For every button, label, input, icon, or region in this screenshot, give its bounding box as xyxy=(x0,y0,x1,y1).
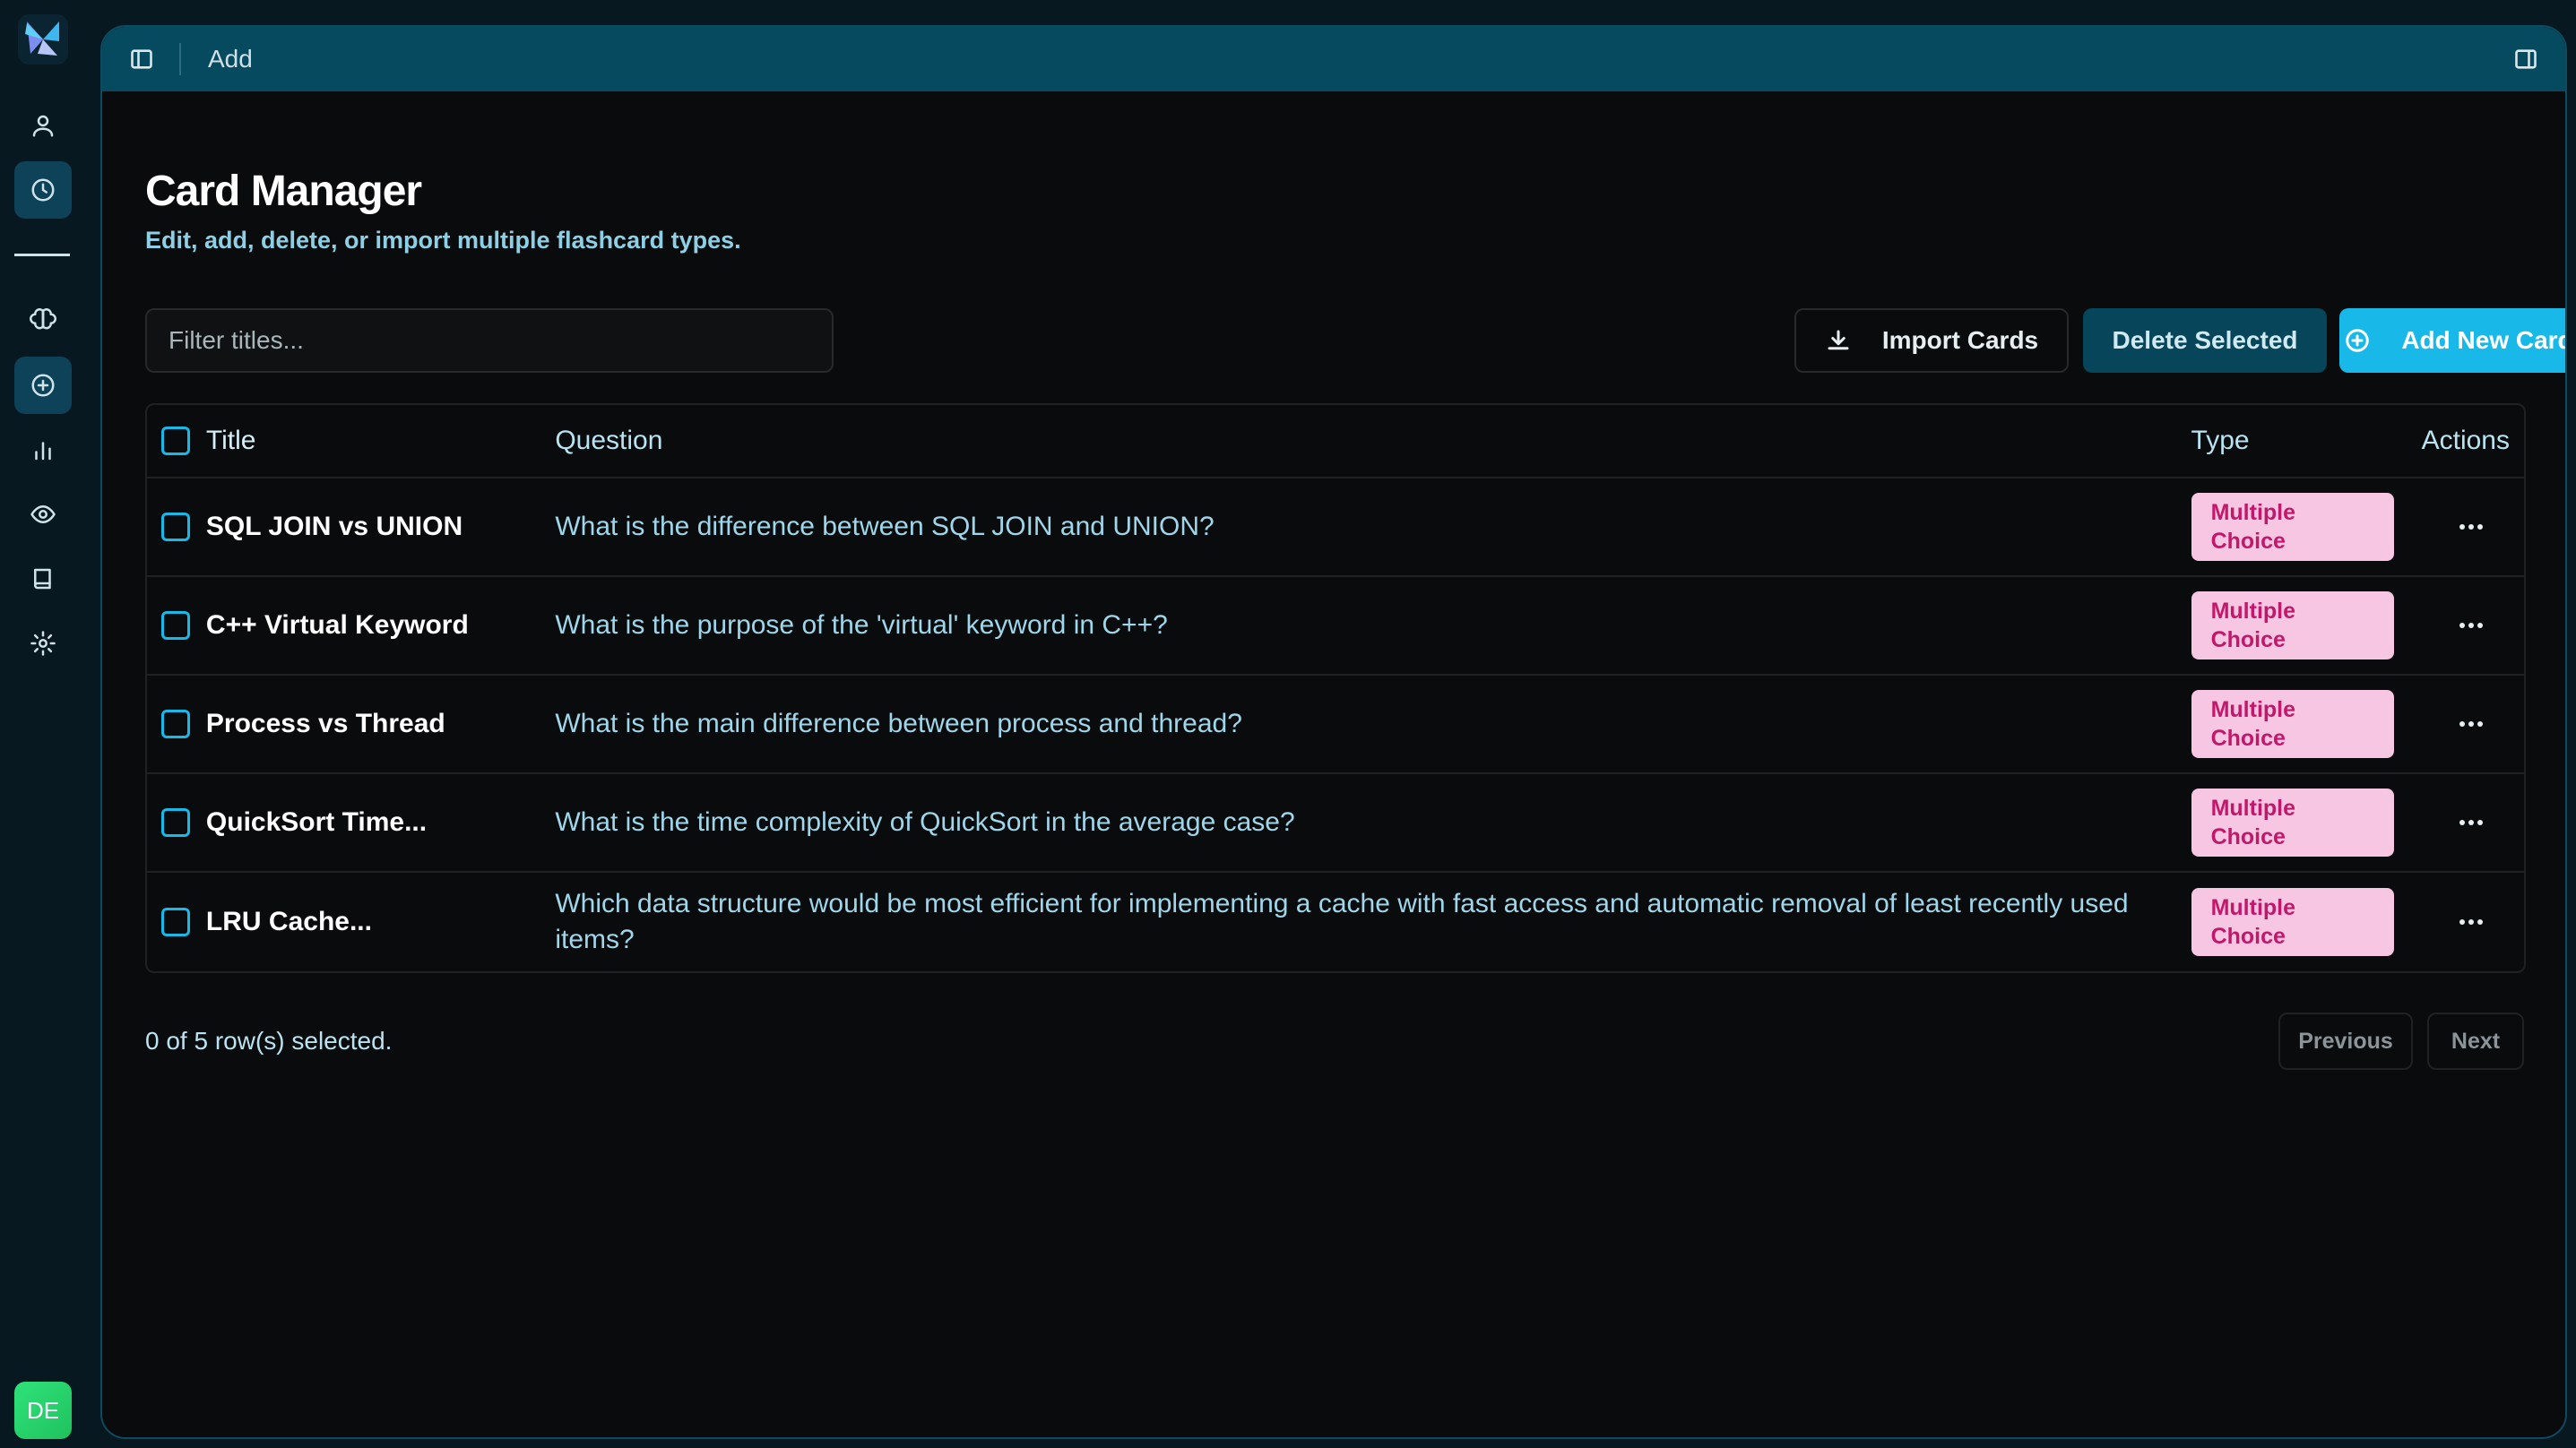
cards-table: Title Question Type Actions SQL JOIN vs … xyxy=(145,403,2526,973)
type-badge: Multiple Choice xyxy=(2191,690,2394,758)
type-badge: Multiple Choice xyxy=(2191,789,2394,857)
toolbar: Import Cards Delete Selected Add New Car… xyxy=(145,308,2565,375)
sidebar-toggle-icon xyxy=(131,49,152,69)
card-question: What is the main difference between proc… xyxy=(555,709,1242,738)
type-badge: Multiple Choice xyxy=(2191,888,2394,956)
rail-profile[interactable] xyxy=(14,97,72,154)
page-title: Card Manager xyxy=(145,168,422,215)
rail-library[interactable] xyxy=(14,550,72,608)
top-bar: Add xyxy=(102,27,2565,91)
more-icon[interactable] xyxy=(2459,820,2484,825)
selection-count: 0 of 5 row(s) selected. xyxy=(145,1027,393,1055)
card-question: What is the difference between SQL JOIN … xyxy=(555,512,1215,541)
table-footer: 0 of 5 row(s) selected. Previous Next xyxy=(145,1013,2526,1070)
gear-icon xyxy=(30,631,56,656)
row-checkbox[interactable] xyxy=(161,808,190,837)
previous-page-button[interactable]: Previous xyxy=(2278,1013,2413,1070)
row-checkbox[interactable] xyxy=(161,611,190,640)
filter-input[interactable] xyxy=(145,308,834,373)
plus-circle-icon xyxy=(2346,329,2370,352)
rail-divider xyxy=(14,254,70,256)
add-new-card-button[interactable]: Add New Card xyxy=(2339,308,2567,373)
right-panel-toggle-button[interactable] xyxy=(2511,45,2540,73)
row-checkbox[interactable] xyxy=(161,513,190,541)
bar-chart-icon xyxy=(35,442,51,461)
table-row[interactable]: Process vs Thread What is the main diffe… xyxy=(147,674,2524,772)
type-badge: Multiple Choice xyxy=(2191,591,2394,659)
sidebar-toggle-button[interactable] xyxy=(127,45,156,73)
card-title: Process vs Thread xyxy=(205,709,445,738)
card-title: SQL JOIN vs UNION xyxy=(205,512,463,541)
more-icon[interactable] xyxy=(2459,623,2484,628)
table-header-row: Title Question Type Actions xyxy=(147,405,2524,477)
table-row[interactable]: QuickSort Time... What is the time compl… xyxy=(147,772,2524,871)
book-icon xyxy=(34,568,51,590)
rail-add[interactable] xyxy=(14,357,72,414)
eye-icon xyxy=(30,505,56,523)
import-cards-label: Import Cards xyxy=(1881,326,2039,354)
column-header-title[interactable]: Title xyxy=(206,426,555,456)
breadcrumb: Add xyxy=(208,45,253,73)
rail-history[interactable] xyxy=(14,161,72,219)
user-icon xyxy=(32,115,54,137)
delete-selected-label: Delete Selected xyxy=(2112,326,2298,354)
column-header-type[interactable]: Type xyxy=(2191,426,2419,456)
rail-study[interactable] xyxy=(14,291,72,349)
column-header-actions: Actions xyxy=(2421,426,2510,455)
card-title: QuickSort Time... xyxy=(205,807,428,837)
card-manager: Card Manager Edit, add, delete, or impor… xyxy=(145,91,2565,1070)
add-new-card-label: Add New Card xyxy=(2401,326,2567,354)
type-badge: Multiple Choice xyxy=(2191,493,2394,561)
rail-review[interactable] xyxy=(14,486,72,543)
delete-selected-button[interactable]: Delete Selected xyxy=(2083,308,2327,373)
column-header-question[interactable]: Question xyxy=(555,423,2191,459)
more-icon[interactable] xyxy=(2459,524,2484,530)
user-avatar[interactable]: DE xyxy=(14,1382,72,1439)
card-question: What is the purpose of the 'virtual' key… xyxy=(555,610,1168,640)
next-page-button[interactable]: Next xyxy=(2427,1013,2524,1070)
app-logo[interactable] xyxy=(18,14,68,65)
clock-icon xyxy=(31,178,55,202)
table-row[interactable]: LRU Cache... Which data structure would … xyxy=(147,871,2524,971)
panel-right-icon xyxy=(2515,49,2537,69)
plus-circle-icon xyxy=(31,374,55,397)
more-icon[interactable] xyxy=(2459,919,2484,925)
left-rail: DE xyxy=(0,0,86,1448)
page-subtitle: Edit, add, delete, or import multiple fl… xyxy=(145,227,741,254)
row-checkbox[interactable] xyxy=(161,710,190,738)
card-question: Which data structure would be most effic… xyxy=(555,889,2129,954)
table-row[interactable]: SQL JOIN vs UNION What is the difference… xyxy=(147,477,2524,575)
topbar-divider xyxy=(179,43,181,75)
select-all-checkbox[interactable] xyxy=(161,427,190,455)
avatar-initials: DE xyxy=(26,1396,60,1424)
download-icon xyxy=(1828,330,1849,350)
main-panel: Add Card Manager Edit, add, delete, or i… xyxy=(100,25,2567,1439)
rail-settings[interactable] xyxy=(14,615,72,672)
table-row[interactable]: C++ Virtual Keyword What is the purpose … xyxy=(147,575,2524,674)
import-cards-button[interactable]: Import Cards xyxy=(1794,308,2069,373)
rail-stats[interactable] xyxy=(14,421,72,478)
card-title: LRU Cache... xyxy=(205,907,372,936)
brain-icon xyxy=(30,308,56,330)
card-title: C++ Virtual Keyword xyxy=(205,610,469,640)
row-checkbox[interactable] xyxy=(161,908,190,936)
more-icon[interactable] xyxy=(2459,721,2484,727)
card-question: What is the time complexity of QuickSort… xyxy=(555,807,1295,837)
